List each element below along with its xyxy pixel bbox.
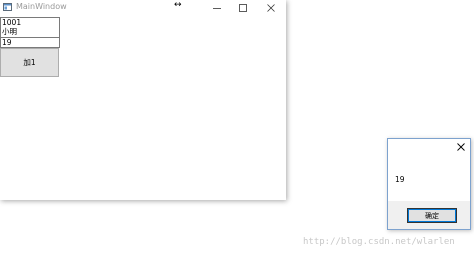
close-button[interactable] [258, 0, 284, 15]
title-bar[interactable]: MainWindow ↔ [0, 0, 286, 15]
minimize-button[interactable] [204, 0, 230, 15]
window-client-area: 1001 小明 19 加1 [0, 15, 286, 200]
name-textbox[interactable]: 小明 [0, 27, 60, 38]
window-title: MainWindow [16, 2, 67, 11]
app-icon [3, 3, 12, 11]
minimize-icon [213, 7, 221, 9]
message-text: 19 [395, 175, 405, 184]
add-one-button[interactable]: 加1 [0, 48, 59, 77]
close-icon [267, 3, 275, 12]
age-textbox[interactable]: 19 [0, 38, 60, 48]
watermark: http://blog.csdn.net/wlarlen [303, 237, 455, 247]
desktop: MainWindow ↔ 1001 小明 19 加1 19 确定 http://… [0, 0, 474, 257]
ok-button[interactable]: 确定 [407, 208, 457, 223]
main-window: MainWindow ↔ 1001 小明 19 加1 [0, 0, 286, 200]
message-box: 19 确定 [387, 138, 471, 230]
message-box-footer: 确定 [388, 201, 470, 229]
maximize-button[interactable] [230, 0, 256, 15]
resize-cursor-icon: ↔ [174, 0, 182, 10]
close-icon[interactable] [456, 142, 466, 152]
maximize-icon [239, 3, 247, 12]
